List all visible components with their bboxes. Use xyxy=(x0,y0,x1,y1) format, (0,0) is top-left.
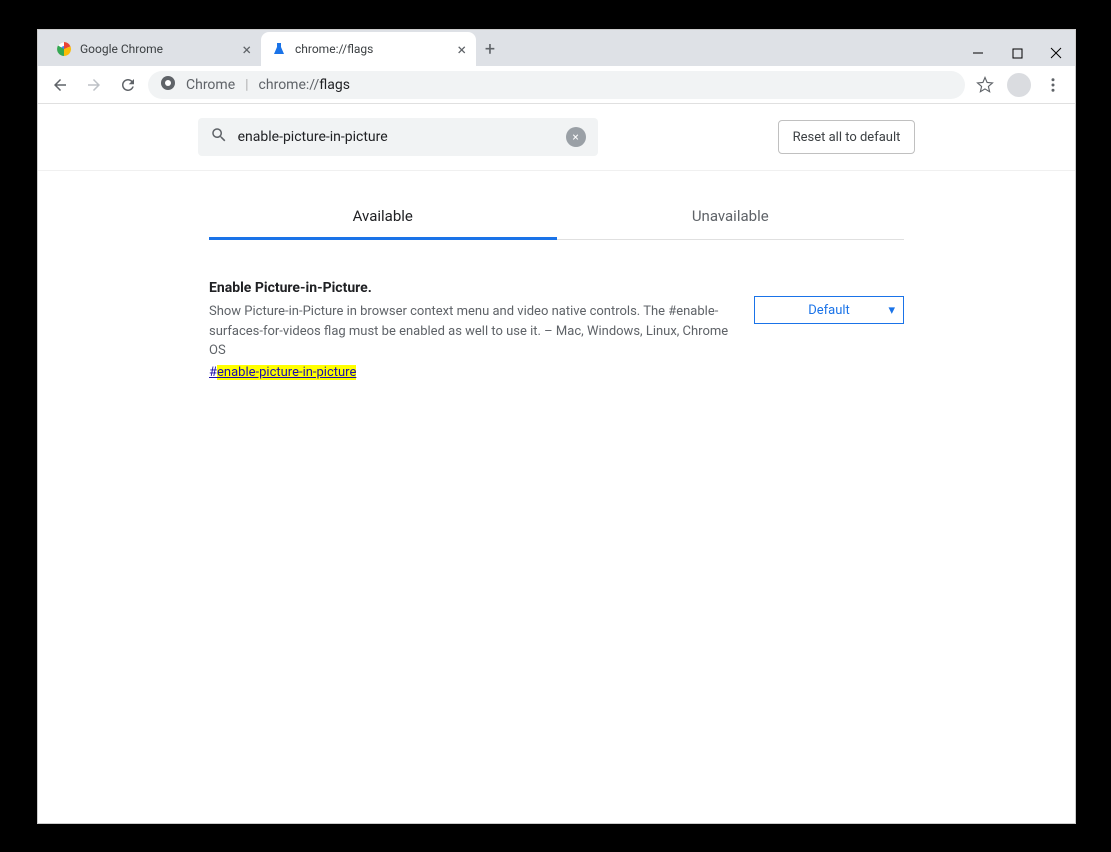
search-flags-input[interactable] xyxy=(238,129,556,145)
address-bar[interactable]: Chrome | chrome://flags xyxy=(148,71,965,99)
clear-search-icon[interactable]: × xyxy=(566,127,586,147)
tab-google-chrome[interactable]: Google Chrome × xyxy=(46,32,261,66)
omnibox-prefix: Chrome xyxy=(186,77,235,93)
flask-icon xyxy=(271,41,287,57)
tab-chrome-flags[interactable]: chrome://flags × xyxy=(261,32,476,66)
forward-button[interactable] xyxy=(80,71,108,99)
minimize-button[interactable] xyxy=(971,46,985,60)
flag-text: Enable Picture-in-Picture. Show Picture-… xyxy=(209,280,734,380)
reload-button[interactable] xyxy=(114,71,142,99)
flag-item: Enable Picture-in-Picture. Show Picture-… xyxy=(209,280,904,380)
search-flags-input-wrap: × xyxy=(198,118,598,156)
tab-unavailable[interactable]: Unavailable xyxy=(557,195,905,240)
tab-available[interactable]: Available xyxy=(209,195,557,240)
menu-button[interactable] xyxy=(1039,71,1067,99)
maximize-button[interactable] xyxy=(1010,46,1024,60)
tab-strip: Google Chrome × chrome://flags × + xyxy=(38,30,1075,66)
omnibox-url: chrome://flags xyxy=(259,77,350,93)
flags-tabs: Available Unavailable xyxy=(209,195,904,240)
browser-window: Google Chrome × chrome://flags × + Chrom… xyxy=(38,30,1075,823)
flag-description: Show Picture-in-Picture in browser conte… xyxy=(209,302,734,361)
new-tab-button[interactable]: + xyxy=(476,35,504,63)
chrome-page-icon xyxy=(160,75,176,95)
tab-title: chrome://flags xyxy=(295,42,373,56)
flag-anchor-link[interactable]: #enable-picture-in-picture xyxy=(209,365,356,380)
chrome-icon xyxy=(56,41,72,57)
page-content: × Reset all to default Available Unavail… xyxy=(38,104,1075,813)
bookmark-star-icon[interactable] xyxy=(971,71,999,99)
profile-avatar[interactable] xyxy=(1005,71,1033,99)
flag-title: Enable Picture-in-Picture. xyxy=(209,280,734,296)
omnibox-separator: | xyxy=(245,77,248,93)
close-tab-icon[interactable]: × xyxy=(242,40,251,59)
window-controls xyxy=(971,46,1063,60)
search-icon xyxy=(210,126,228,148)
flag-state-select[interactable]: Default xyxy=(754,296,904,324)
tab-title: Google Chrome xyxy=(80,42,163,56)
back-button[interactable] xyxy=(46,71,74,99)
close-window-button[interactable] xyxy=(1049,46,1063,60)
toolbar: Chrome | chrome://flags xyxy=(38,66,1075,104)
close-tab-icon[interactable]: × xyxy=(457,40,466,59)
reset-all-button[interactable]: Reset all to default xyxy=(778,120,916,154)
flags-header: × Reset all to default xyxy=(38,104,1075,171)
